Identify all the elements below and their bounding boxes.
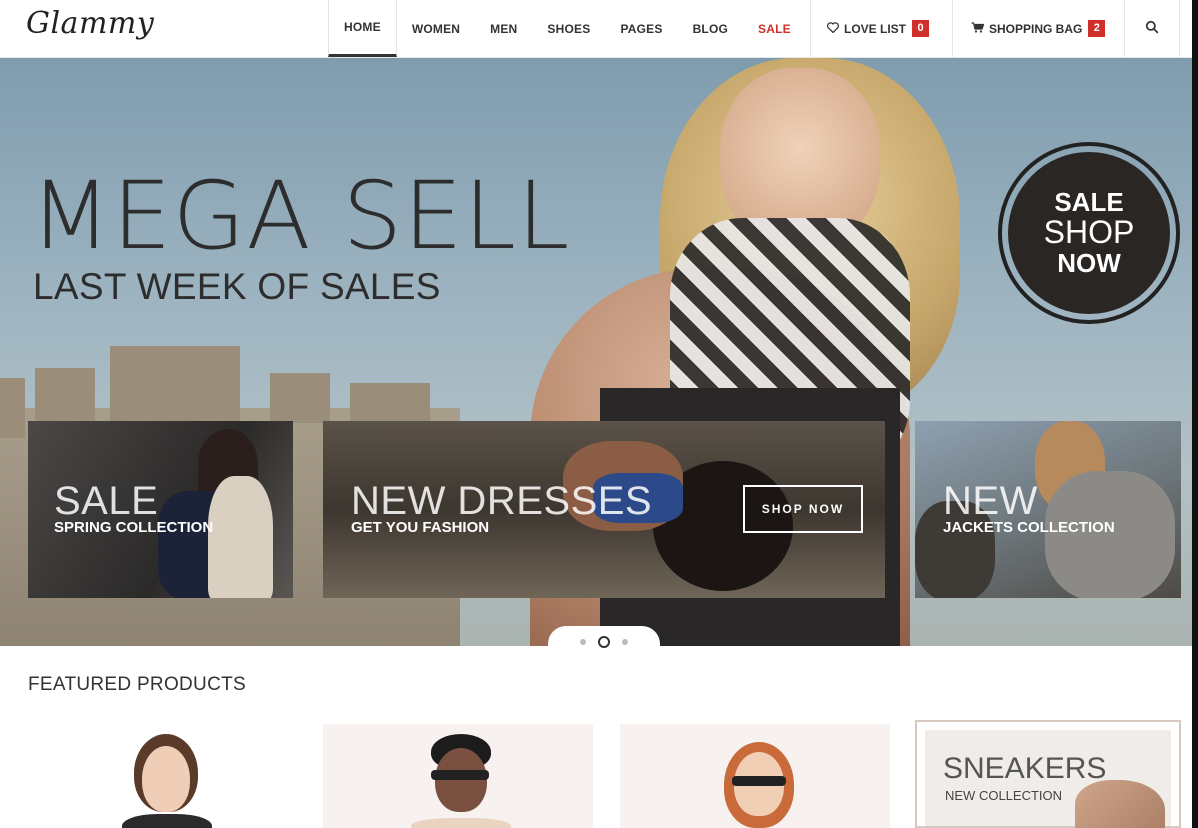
nav-pages[interactable]: PAGES [605,0,677,57]
slider-dot-3[interactable] [622,639,628,645]
love-list-count: 0 [912,20,930,37]
sneakers-subtitle: NEW COLLECTION [945,788,1063,803]
heart-icon [827,21,839,36]
badge-line-2: SHOP [1043,214,1135,251]
nav-home[interactable]: HOME [328,0,397,57]
sneakers-title: SNEAKERS [943,752,1107,785]
promo-1-title: SALE [54,479,159,523]
product-card-2[interactable] [323,724,593,828]
nav-men[interactable]: MEN [475,0,532,57]
promo-2-title: NEW DRESSES [351,479,653,523]
slider-pagination [548,626,660,658]
product-card-1[interactable] [28,724,298,828]
search-button[interactable] [1124,0,1180,57]
window-edge [1192,0,1198,828]
promo-3-title: NEW [943,479,1038,523]
hero-subheadline: LAST WEEK OF SALES [33,266,441,307]
hero-headline: MEGA SELL [30,162,571,271]
shop-now-button[interactable]: SHOP NOW [743,485,863,533]
main-menu: HOME WOMEN MEN SHOES PAGES BLOG SALE [328,0,806,57]
promo-2-subtitle: GET YOU FASHION [351,519,490,536]
shopping-bag-count: 2 [1088,20,1106,37]
top-navbar: Glammy HOME WOMEN MEN SHOES PAGES BLOG S… [0,0,1192,58]
sneaker-image [1075,780,1165,828]
slider-dot-1[interactable] [580,639,586,645]
search-icon [1145,20,1159,37]
slider-dot-2[interactable] [598,636,610,648]
promo-1-subtitle: SPRING COLLECTION [54,519,214,536]
nav-blog[interactable]: BLOG [678,0,743,57]
page: Glammy HOME WOMEN MEN SHOES PAGES BLOG S… [0,0,1192,828]
badge-line-1: SALE [1054,186,1124,217]
promo-new-dresses[interactable]: NEW DRESSES GET YOU FASHION SHOP NOW [323,421,885,598]
love-list-label: LOVE LIST [844,21,907,36]
featured-products-heading: FEATURED PRODUCTS [28,674,246,695]
nav-women[interactable]: WOMEN [397,0,475,57]
product-card-3[interactable] [620,724,890,828]
shopping-bag-link[interactable]: SHOPPING BAG 2 [952,0,1124,57]
hero-slider: MEGA SELL LAST WEEK OF SALES SALE SHOP N… [0,58,1192,646]
promo-sale-spring[interactable]: SALE SPRING COLLECTION [28,421,293,598]
site-logo[interactable]: Glammy [26,6,154,41]
sale-shop-now-badge[interactable]: SALE SHOP NOW [998,142,1180,324]
promo-new-jackets[interactable]: NEW JACKETS COLLECTION [915,421,1181,598]
nav-sale[interactable]: SALE [743,0,806,57]
sneakers-collection-banner[interactable]: SNEAKERS NEW COLLECTION [915,720,1181,828]
nav-shoes[interactable]: SHOES [532,0,605,57]
promo-3-subtitle: JACKETS COLLECTION [943,519,1115,536]
cart-icon [971,21,985,36]
badge-line-3: NOW [1057,247,1121,278]
shopping-bag-label: SHOPPING BAG [989,21,1083,36]
love-list-link[interactable]: LOVE LIST 0 [810,0,952,57]
